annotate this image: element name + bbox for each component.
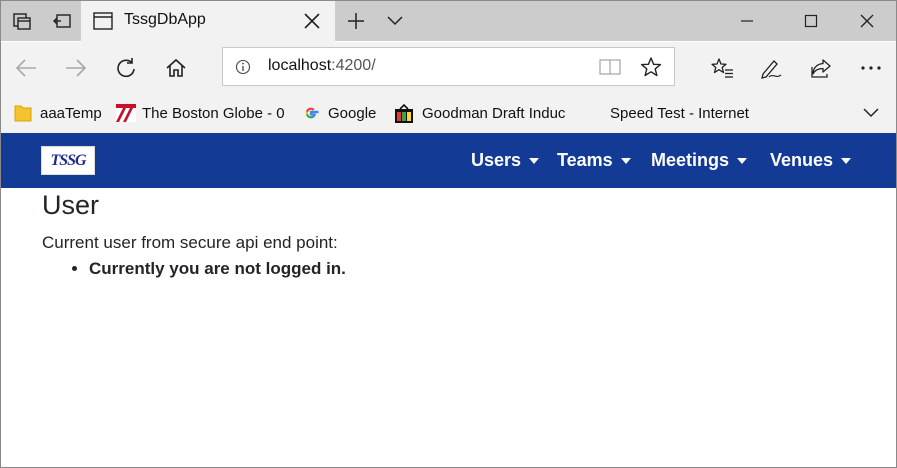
menu-label: Venues	[770, 150, 834, 170]
browser-window: TssgDbApp localhost:4200/ aaaTemp The Bo…	[0, 0, 897, 468]
app-navbar: TSSG Users Teams Meetings Venues	[1, 133, 896, 188]
caret-down-icon	[841, 157, 852, 164]
goodman-icon	[394, 103, 414, 123]
favorite-label: Speed Test - Internet	[610, 104, 749, 122]
site-info-icon[interactable]	[235, 59, 251, 80]
logo-text: TSSG	[50, 151, 86, 169]
page-icon	[93, 12, 113, 35]
new-tab-icon[interactable]	[343, 1, 369, 41]
menu-meetings[interactable]: Meetings	[651, 150, 748, 171]
close-tab-icon[interactable]	[303, 12, 321, 35]
favorite-google[interactable]: Google	[302, 102, 382, 124]
favorite-boston-globe[interactable]: The Boston Globe - 0	[116, 102, 288, 124]
caret-down-icon	[529, 157, 540, 164]
caret-down-icon	[737, 157, 748, 164]
menu-label: Meetings	[651, 150, 730, 170]
page-content: User Current user from secure api end po…	[42, 190, 346, 279]
page-title: User	[42, 190, 100, 220]
url-port-path: :4200/	[331, 57, 376, 74]
forward-icon[interactable]	[63, 55, 89, 81]
menu-users[interactable]: Users	[471, 150, 540, 171]
tssg-logo[interactable]: TSSG	[41, 146, 95, 175]
google-icon	[302, 104, 320, 122]
minimize-icon[interactable]	[734, 1, 760, 41]
url-text: localhost:4200/	[268, 57, 376, 75]
list-item: Currently you are not logged in.	[89, 259, 346, 279]
title-bar: TssgDbApp	[1, 1, 896, 42]
maximize-icon[interactable]	[798, 1, 824, 41]
pen-icon[interactable]	[758, 55, 784, 81]
menu-venues[interactable]: Venues	[770, 150, 852, 171]
close-window-icon[interactable]	[854, 1, 880, 41]
refresh-icon[interactable]	[113, 55, 139, 81]
favorite-star-icon[interactable]	[640, 56, 662, 83]
url-host: localhost	[268, 57, 332, 74]
more-icon[interactable]	[858, 55, 884, 81]
menu-label: Teams	[557, 150, 613, 170]
tab-preview-chevron-down-icon[interactable]	[382, 1, 408, 41]
favorite-label: aaaTemp	[40, 104, 102, 122]
tabs-aside-icon[interactable]	[9, 1, 35, 41]
back-icon[interactable]	[13, 55, 39, 81]
favorite-goodman-draft[interactable]: Goodman Draft Induc	[394, 102, 566, 124]
favorites-overflow-chevron-down-icon[interactable]	[862, 102, 882, 124]
browser-tab[interactable]: TssgDbApp	[81, 1, 335, 42]
menu-teams[interactable]: Teams	[557, 150, 631, 171]
menu-label: Users	[471, 150, 522, 170]
folder-icon	[14, 104, 32, 122]
page-description: Current user from secure api end point:	[42, 233, 338, 252]
boston-globe-icon	[116, 104, 136, 122]
favorites-bar: aaaTemp The Boston Globe - 0 Google Good…	[1, 93, 896, 133]
favorite-label: Goodman Draft Induc	[422, 104, 566, 122]
set-tabs-aside-icon[interactable]	[49, 1, 75, 41]
favorite-label: The Boston Globe - 0	[142, 104, 285, 122]
share-icon[interactable]	[808, 55, 834, 81]
address-bar[interactable]: localhost:4200/	[222, 47, 675, 86]
message-list: Currently you are not logged in.	[42, 259, 346, 279]
favorite-aaatemp[interactable]: aaaTemp	[14, 102, 104, 124]
favorite-speed-test[interactable]: Speed Test - Internet	[610, 102, 760, 124]
favorites-list-icon[interactable]	[709, 55, 735, 81]
navigation-bar: localhost:4200/	[1, 42, 896, 93]
reading-view-icon[interactable]	[599, 58, 621, 81]
favorite-label: Google	[328, 104, 377, 122]
caret-down-icon	[620, 157, 631, 164]
home-icon[interactable]	[163, 55, 189, 81]
tab-title: TssgDbApp	[124, 11, 206, 28]
